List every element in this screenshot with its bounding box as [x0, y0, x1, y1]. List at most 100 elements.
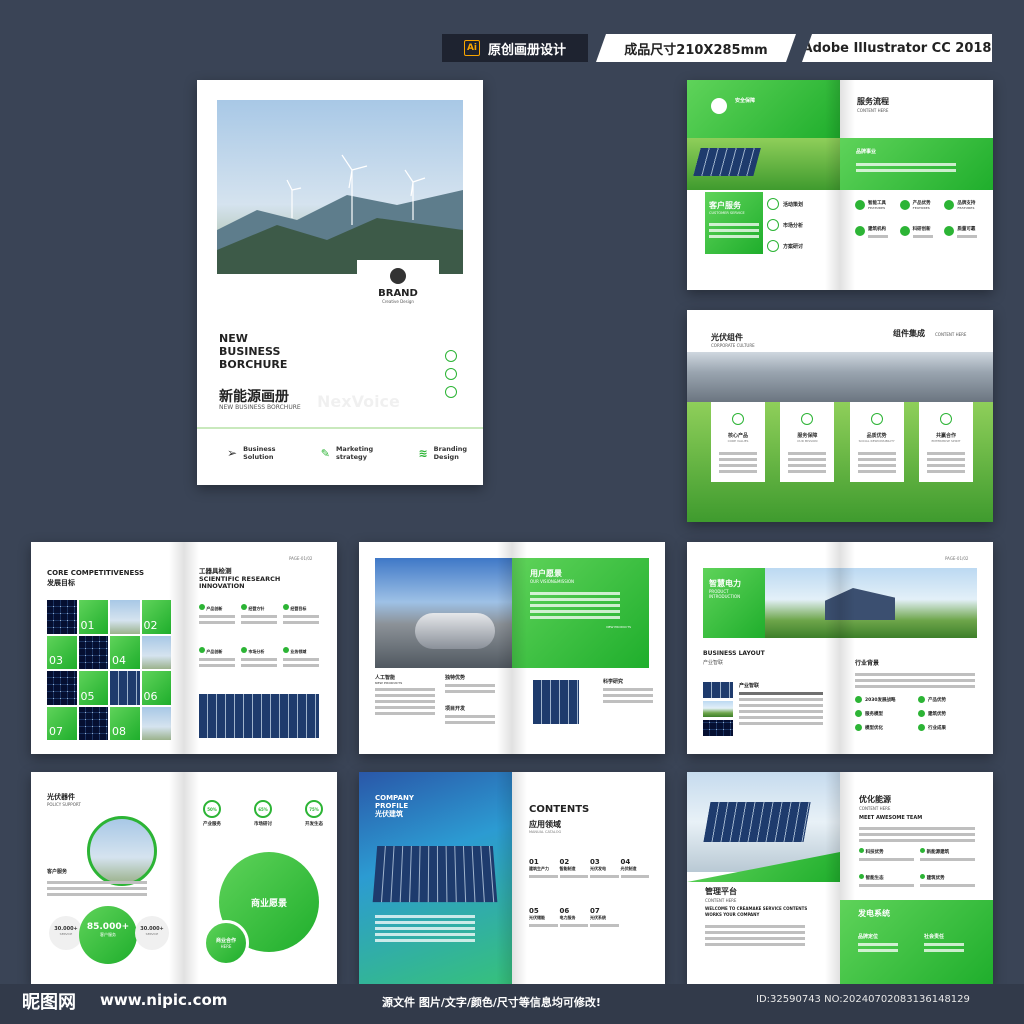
vision-left-col: 人工智能 NEW PRODUCTS [375, 674, 435, 718]
list-item: 服务模型 [865, 711, 883, 717]
toc-label: 光伏发电 [590, 866, 606, 871]
vision-mid-col: 独特优势 项目开发 [445, 674, 495, 727]
toc-item[interactable]: 01 建筑生产力 [529, 858, 558, 881]
optimize-sub2: MEET AWESOME TEAM [859, 815, 923, 821]
toc-num: 03 [590, 858, 600, 866]
brand-box: BRAND Creative Design [357, 260, 439, 324]
percent-label: 市场研讨 [254, 822, 272, 827]
footer-item-line1: Business [243, 445, 276, 453]
software-tag-label: Adobe Illustrator CC 2018 [802, 40, 992, 56]
service-flow-title: 服务流程 [857, 97, 889, 106]
toc-label: 光伏系统 [590, 915, 606, 920]
welcome-line1: WELCOME TO CREAMAKE SERVICE CONTENTS [705, 906, 808, 911]
devices-title: 光伏器件 [47, 793, 75, 801]
percent-label: 产业服务 [203, 822, 221, 827]
mountain-illustration [217, 154, 463, 274]
toc-item[interactable]: 04 光伏制造 [620, 858, 649, 881]
bar-chart-icon [801, 413, 814, 425]
bullet-label: 新能源建筑 [926, 850, 950, 855]
stat-label: SERVICE [59, 932, 73, 936]
spread-service-flow: 安全保障 客户服务 CUSTOMER SERVICE 活动策划 市场分析 方案研… [687, 80, 993, 290]
toc-item[interactable]: 02 智能制造 [559, 858, 588, 881]
brand-logo-icon [390, 268, 406, 284]
section-label: 独特优势 [445, 675, 466, 681]
list-icon [855, 724, 862, 731]
optimize-sub1: CONTENT HERE [859, 806, 891, 811]
list-icon [918, 710, 925, 717]
list-icon [855, 710, 862, 717]
lightbulb-icon [732, 413, 744, 425]
power-title: 发电系统 [858, 909, 890, 918]
percent-ring: 50% [203, 800, 221, 818]
toc-item[interactable]: 03 光伏发电 [590, 858, 619, 881]
grid-photo [47, 600, 77, 634]
feature-label: 质量可靠 [957, 227, 976, 232]
feature-label: 科研创新 [912, 227, 931, 232]
feature-icon [899, 226, 910, 236]
service-item: 市场分析 [783, 222, 804, 229]
site-url[interactable]: www.nipic.com [100, 991, 227, 1009]
toc-label: 电力服务 [559, 915, 576, 920]
stat-main-value: 85.000+ [86, 922, 130, 932]
smart-power-page: PAGE-01/02 [945, 556, 969, 561]
vision-big-circle-label: 商业愿景 [250, 898, 287, 909]
toc-item[interactable]: 05 光伏储能 [529, 907, 558, 930]
percent-row: 50% 产业服务 65% 市场研讨 75% 开发生态 [203, 800, 323, 827]
spread-contents: COMPANY PROFILE 光伏建筑 CONTENTS 应用领域 MANUA… [359, 772, 665, 984]
power-system-panel: 发电系统 品牌定位 社会责任 [840, 900, 993, 984]
spread-optimize-energy: 管理平台 CONTENT HERE WELCOME TO CREAMAKE SE… [687, 772, 993, 984]
vision-new-products: NEW PRODUCTS [606, 625, 631, 629]
footer-item-line2: Solution [243, 453, 274, 461]
profile-cn: 光伏建筑 [375, 810, 403, 818]
customer-text [47, 878, 147, 899]
grid-number: 04 [110, 635, 140, 669]
check-icon [767, 219, 779, 231]
solar-panel-block [693, 148, 761, 176]
toc-item[interactable]: 06 电力服务 [559, 907, 588, 930]
layout-photo [703, 701, 733, 717]
footer-item-line2: Design [433, 453, 459, 461]
spread-pv-devices: 光伏器件 POLICY SUPPORT 客户服务 30.000+ SERVICE… [31, 772, 337, 984]
feature-sub: FEATURES [868, 206, 886, 210]
spread-pv-components: 光伏组件 CORPORATE CULTURE 组件集成 CONTENT HERE… [687, 310, 993, 522]
toc-item[interactable]: 07 光伏系统 [590, 907, 619, 930]
toc-label: 光伏制造 [620, 866, 637, 871]
layout-item: 产业智联 [739, 683, 760, 689]
list-item: 2030发展战略 [865, 697, 896, 703]
grid-photo [78, 706, 108, 740]
cover-footer-item-marketing: ✎ Marketing strategy [321, 445, 373, 461]
platform-text [705, 922, 805, 949]
list-item: 模型优化 [865, 725, 883, 731]
site-logo[interactable]: 昵图网 [22, 988, 76, 1014]
check-icon [767, 240, 779, 252]
layout-title-en: BUSINESS LAYOUT [703, 650, 765, 657]
pv-card: 服务保障 OUR MISSION [780, 402, 835, 482]
check-icon [767, 198, 779, 210]
feature-icon [241, 647, 247, 653]
cover-page: BRAND Creative Design NEW BUSINESS BORCH… [197, 80, 483, 485]
cooperation-label: 商业合作 [215, 938, 236, 944]
vision-banner: 用户愿景 OUR VISION&MISSION NEW PRODUCTS [512, 558, 649, 668]
grid-number: 07 [47, 706, 77, 740]
grid-photo [78, 635, 108, 669]
sun-icon [445, 386, 457, 398]
grid-number: 06 [141, 671, 171, 705]
service-item: 方案研讨 [783, 243, 804, 250]
pv-card-title: 核心产品 [727, 433, 748, 439]
industrial-plant-photo [375, 558, 512, 668]
toc-num: 02 [559, 858, 570, 866]
optimize-title: 优化能源 [859, 795, 891, 804]
core-right-en2: INNOVATION [199, 582, 245, 590]
spread-smart-power: 智慧电力 PRODUCT INTRODUCTION PAGE-01/02 BUS… [687, 542, 993, 754]
cover-title-line3: BORCHURE [219, 358, 288, 371]
brand-subtitle: Creative Design [382, 299, 414, 304]
section-label: 科学研究 [603, 679, 624, 685]
pv-cards: 核心产品 CORE VALUES 服务保障 OUR MISSION 品质优势 S… [711, 402, 973, 482]
optimize-bullets: 科技优势 新能源建筑 智能生态 建筑优势 [859, 848, 975, 890]
stat-main-circle: 85.000+ 客户服务 [79, 906, 137, 964]
profile-panel: COMPANY PROFILE 光伏建筑 [359, 772, 512, 984]
size-tag: 成品尺寸210X285mm [596, 34, 796, 62]
grid-photo [47, 671, 77, 705]
bolt-icon [445, 368, 457, 380]
pv-card: 核心产品 CORE VALUES [711, 402, 765, 482]
